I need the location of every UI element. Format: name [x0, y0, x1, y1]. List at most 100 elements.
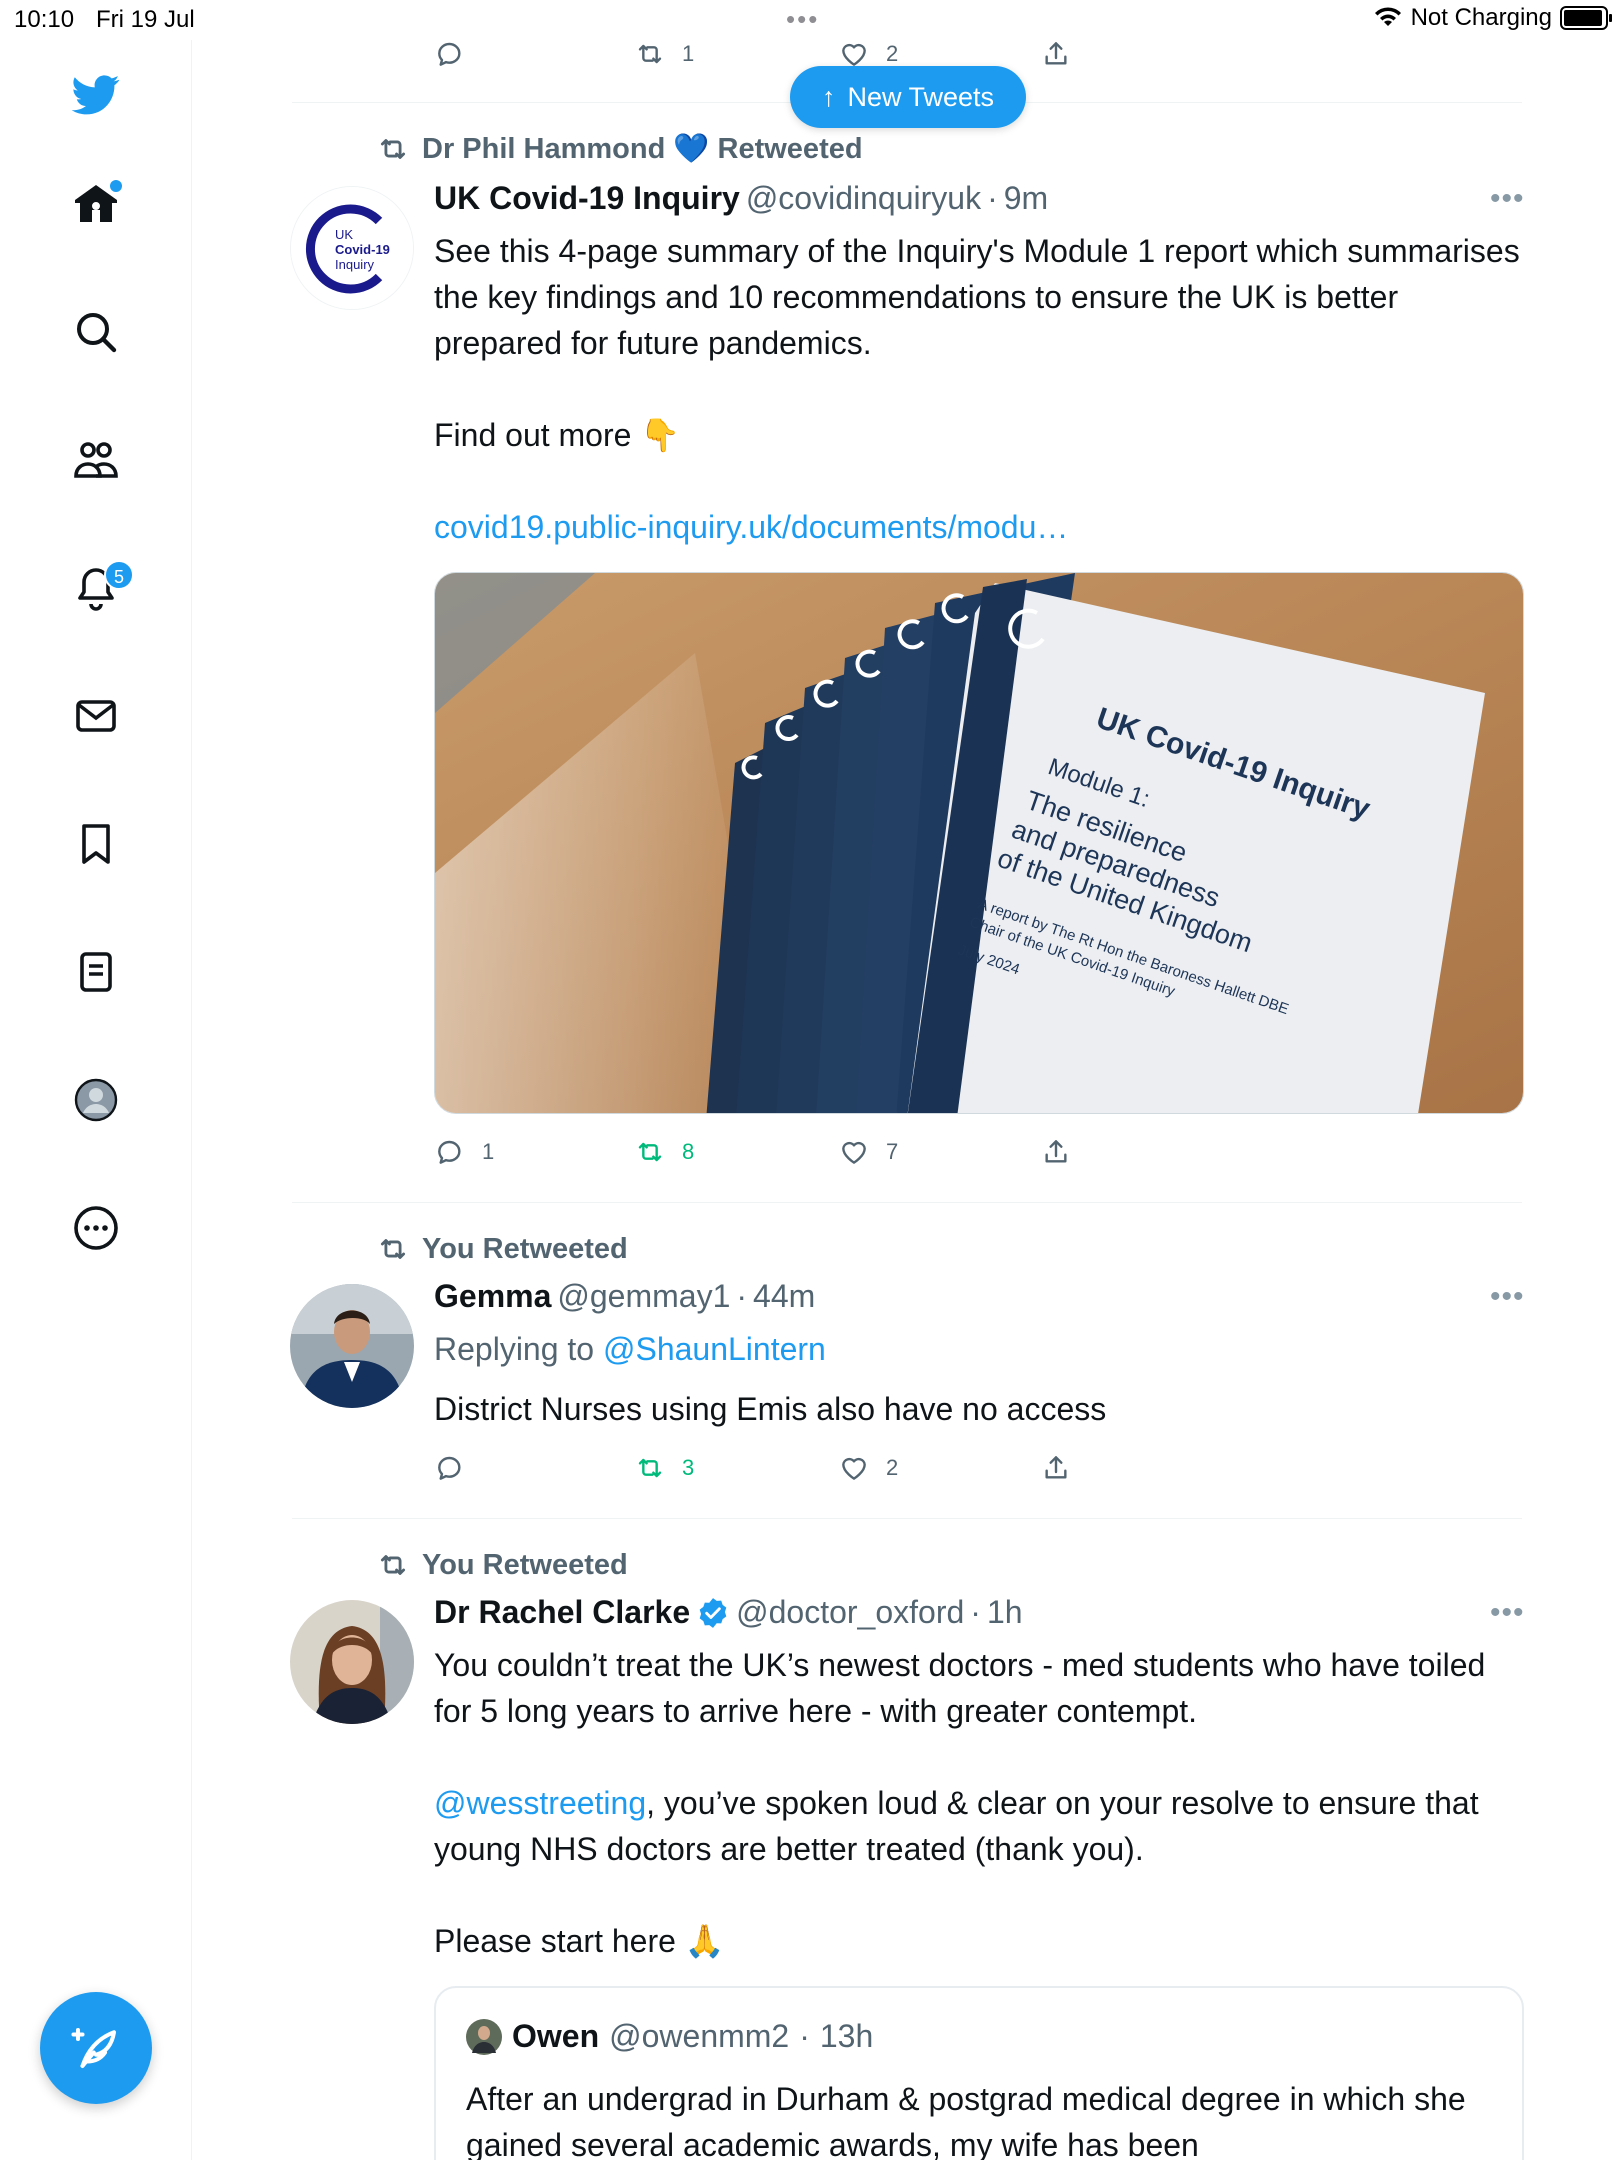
compose-tweet-button[interactable]: [40, 1992, 152, 2104]
new-tweets-label: New Tweets: [847, 81, 995, 112]
tweet-link[interactable]: covid19.public-inquiry.uk/documents/modu…: [434, 504, 1524, 550]
heart-icon: [842, 1141, 866, 1164]
charging-status: Not Charging: [1410, 4, 1552, 31]
tweet-context: You Retweeted: [376, 1548, 628, 1582]
replying-to-handle[interactable]: @ShaunLintern: [603, 1331, 826, 1367]
arrow-up-icon: ↑: [821, 81, 836, 112]
search-icon[interactable]: [64, 300, 128, 364]
share-icon: [1045, 42, 1067, 65]
profile-icon[interactable]: [64, 1068, 128, 1132]
replying-to: Replying to @ShaunLintern: [434, 1326, 1524, 1372]
tweet-header: Dr Rachel Clarke @doctor_oxford · 1h: [434, 1594, 1023, 1631]
tweet-divider: [292, 1518, 1522, 1519]
like-count: 2: [886, 1455, 899, 1480]
handle[interactable]: @owenmm2: [609, 2018, 789, 2055]
bookmarks-icon[interactable]: [64, 812, 128, 876]
tweet-header: UK Covid-19 Inquiry @covidinquiryuk · 9m: [434, 180, 1048, 217]
battery-icon: [1560, 6, 1612, 30]
tweet-paragraph: Find out more 👇: [434, 417, 681, 453]
retweet-icon: [638, 1458, 662, 1478]
retweeted-by[interactable]: You Retweeted: [422, 1233, 628, 1266]
avatar[interactable]: UK Covid-19 Inquiry: [290, 186, 414, 310]
share-icon: [1045, 1456, 1067, 1479]
retweet-icon: [380, 1239, 406, 1259]
notifications-icon[interactable]: 5: [64, 556, 134, 620]
communities-icon[interactable]: [64, 428, 128, 492]
tweet-more-icon[interactable]: •••: [1490, 1280, 1525, 1314]
new-tweets-button[interactable]: ↑ New Tweets: [790, 66, 1026, 128]
reply-icon: [438, 1140, 461, 1164]
tweet-paragraph: You couldn’t treat the UK’s newest docto…: [434, 1647, 1486, 1729]
retweeted-by[interactable]: You Retweeted: [422, 1549, 628, 1582]
retweet-icon: [380, 1555, 406, 1575]
status-right: Not Charging: [1373, 4, 1612, 32]
timestamp[interactable]: 44m: [753, 1278, 815, 1315]
reply-icon: [438, 1456, 461, 1480]
wifi-icon: [1374, 7, 1401, 26]
heart-icon: [842, 1457, 866, 1480]
share-button[interactable]: [1040, 1132, 1072, 1172]
home-unread-dot: [110, 180, 122, 192]
retweet-button[interactable]: 1: [634, 34, 694, 74]
avatar[interactable]: [290, 1600, 414, 1724]
multitasking-dots-icon[interactable]: •••: [786, 4, 819, 35]
replying-to-prefix: Replying to: [434, 1331, 603, 1367]
retweeted-by[interactable]: Dr Phil Hammond 💙 Retweeted: [422, 132, 863, 166]
timestamp[interactable]: 9m: [1004, 180, 1048, 217]
handle[interactable]: @covidinquiryuk: [746, 180, 981, 217]
twitter-logo-icon[interactable]: [64, 62, 128, 126]
home-icon[interactable]: [64, 172, 128, 236]
separator-dot: ·: [736, 1278, 748, 1314]
tweet-paragraph: District Nurses using Emis also have no …: [434, 1391, 1107, 1427]
retweet-icon: [380, 139, 406, 159]
avatar-text-covid: Covid-19: [335, 242, 390, 257]
messages-icon[interactable]: [64, 684, 128, 748]
reply-button[interactable]: 1: [434, 1132, 494, 1172]
mention-link[interactable]: @wesstreeting: [434, 1785, 646, 1821]
compose-tweet-icon: [71, 2027, 117, 2069]
handle[interactable]: @doctor_oxford: [736, 1594, 964, 1631]
retweet-icon: [638, 44, 662, 64]
tweet-more-icon[interactable]: •••: [1490, 1596, 1525, 1630]
tweet-image[interactable]: UK Covid-19 Inquiry Module 1: The resili…: [434, 572, 1524, 1114]
tweet-text: See this 4-page summary of the Inquiry's…: [434, 228, 1524, 550]
more-icon[interactable]: [64, 1196, 128, 1260]
retweet-button[interactable]: 8: [634, 1132, 694, 1172]
display-name[interactable]: UK Covid-19 Inquiry: [434, 180, 740, 217]
timestamp[interactable]: 1h: [987, 1594, 1023, 1631]
like-count: 7: [886, 1139, 899, 1164]
notification-count-badge: 5: [104, 560, 134, 590]
quoted-tweet[interactable]: Owen @owenmm2 · 13h After an undergrad i…: [434, 1986, 1524, 2160]
tweet-header: Gemma @gemmay1 · 44m: [434, 1278, 815, 1315]
retweet-count: 8: [682, 1139, 695, 1164]
display-name[interactable]: Dr Rachel Clarke: [434, 1594, 690, 1631]
tweet-paragraph: Please start here 🙏: [434, 1923, 725, 1959]
like-button[interactable]: 7: [838, 1132, 898, 1172]
separator-dot: ·: [970, 1594, 981, 1630]
avatar[interactable]: [290, 1284, 414, 1408]
tweet-paragraph: See this 4-page summary of the Inquiry's…: [434, 233, 1520, 361]
reply-button[interactable]: [434, 34, 466, 74]
share-button[interactable]: [1040, 1448, 1072, 1488]
retweet-count: 3: [682, 1455, 695, 1480]
quoted-tweet-header: Owen @owenmm2 · 13h: [466, 2018, 873, 2055]
display-name[interactable]: Gemma: [434, 1278, 551, 1315]
like-button[interactable]: 2: [838, 1448, 898, 1488]
previous-tweet-actions: 1 2: [434, 34, 1114, 74]
lists-icon[interactable]: [64, 940, 128, 1004]
status-time: 10:10: [14, 6, 75, 33]
avatar-text-uk: UK: [335, 227, 353, 242]
tweet-more-icon[interactable]: •••: [1490, 182, 1525, 216]
tweet-text: You couldn’t treat the UK’s newest docto…: [434, 1642, 1524, 1964]
reply-button[interactable]: [434, 1448, 466, 1488]
tweet-context: You Retweeted: [376, 1232, 628, 1266]
retweet-icon: [638, 1142, 662, 1162]
display-name[interactable]: Owen: [512, 2018, 599, 2055]
retweet-button[interactable]: 3: [634, 1448, 694, 1488]
separator-dot: ·: [799, 2018, 810, 2054]
sidebar: 5: [0, 40, 192, 2160]
verified-badge-icon: [699, 1597, 727, 1628]
tweet-paragraph: @wesstreeting, you’ve spoken loud & clea…: [434, 1780, 1524, 1872]
share-button[interactable]: [1040, 34, 1072, 74]
handle[interactable]: @gemmay1: [557, 1278, 730, 1315]
